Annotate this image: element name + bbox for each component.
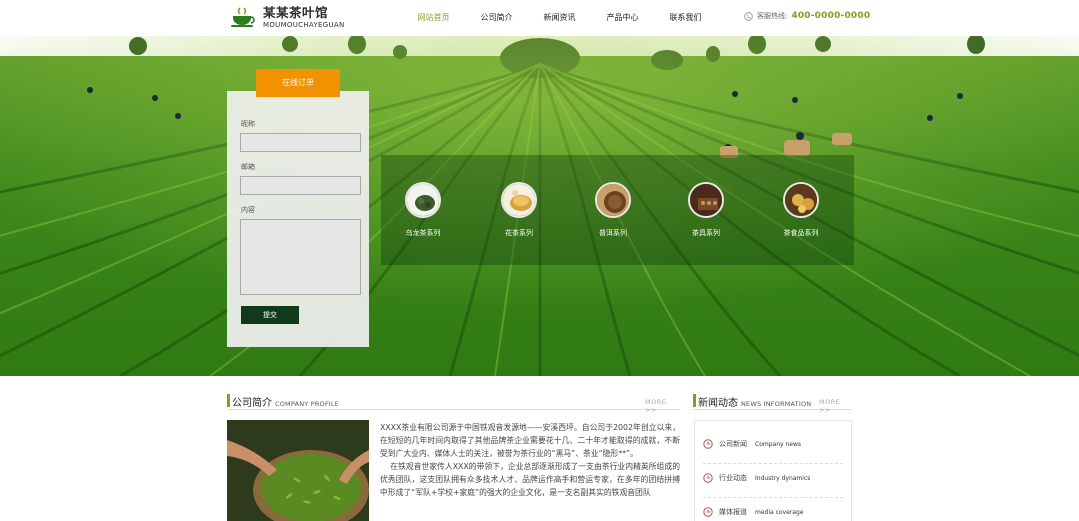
site-header: 某某茶叶馆 MOUMOUCHAYEGUAN 网站首页 公司简介 新闻资讯 产品中… xyxy=(0,0,1079,36)
content-label: 内容 xyxy=(241,206,255,214)
tea-food-icon xyxy=(783,182,819,218)
news-item-industry[interactable]: 行业动态 Industry dynamics xyxy=(703,470,843,486)
teaware-icon xyxy=(688,182,724,218)
teacup-logo-icon xyxy=(231,7,255,27)
profile-title: 公司简介 COMPANY PROFILE xyxy=(232,394,339,409)
section-accent-bar xyxy=(227,394,230,407)
profile-title-en: COMPANY PROFILE xyxy=(275,400,340,408)
puer-tea-icon xyxy=(595,182,631,218)
news-category-list: 公司新闻 Company news 行业动态 Industry dynamics… xyxy=(694,420,852,521)
phone-icon xyxy=(744,11,753,21)
news-item-company[interactable]: 公司新闻 Company news xyxy=(703,436,843,452)
logo-subtitle: MOUMOUCHAYEGUAN xyxy=(263,21,345,30)
profile-paragraph: 在铁观音世家传人XXX的带领下，企业总部逐渐形成了一支由茶行业内精英所组成的优秀… xyxy=(380,462,680,497)
category-label: 茶具系列 xyxy=(692,229,720,237)
hotline-number: 400-0000-0000 xyxy=(791,11,871,21)
profile-text: XXXX茶业有限公司源于中国铁观音发源地——安溪西坪。自公司于2002年创立以来… xyxy=(380,421,680,499)
category-tea-food[interactable]: 茶食品系列 xyxy=(765,182,837,238)
name-label: 昵称 xyxy=(241,120,255,128)
category-teaware[interactable]: 茶具系列 xyxy=(670,182,742,238)
nav-news[interactable]: 新闻资讯 xyxy=(528,0,591,36)
logo-name: 某某茶叶馆 xyxy=(263,4,329,20)
submit-button[interactable]: 提交 xyxy=(241,306,299,324)
category-oolong[interactable]: 乌龙茶系列 xyxy=(387,182,459,238)
news-item-en: Company news xyxy=(755,440,801,448)
oolong-tea-icon xyxy=(405,182,441,218)
order-form: 昵称 邮箱 内容 提交 xyxy=(227,91,369,347)
hotline: 客服热线: 400-0000-0000 xyxy=(744,11,870,21)
flower-tea-icon xyxy=(501,182,537,218)
profile-title-text: 公司简介 xyxy=(232,398,272,409)
news-item-en: media coverage xyxy=(755,508,804,516)
profile-more-link[interactable]: MORE >> xyxy=(645,398,680,414)
nav-products[interactable]: 产品中心 xyxy=(591,0,654,36)
news-title-text: 新闻动态 xyxy=(698,398,738,409)
section-accent-bar xyxy=(693,394,696,407)
clock-icon xyxy=(703,473,713,483)
news-item-label: 公司新闻 xyxy=(719,440,747,448)
divider xyxy=(703,463,843,464)
email-label: 邮箱 xyxy=(241,163,255,171)
news-item-label: 行业动态 xyxy=(719,474,747,482)
clock-icon xyxy=(703,507,713,517)
main-nav: 网站首页 公司简介 新闻资讯 产品中心 联系我们 xyxy=(402,0,717,36)
category-label: 花茶系列 xyxy=(505,229,533,237)
category-label: 茶食品系列 xyxy=(783,229,819,237)
profile-image xyxy=(227,420,369,521)
news-item-media[interactable]: 媒体报道 media coverage xyxy=(703,504,843,520)
category-puer[interactable]: 普洱系列 xyxy=(577,182,649,238)
name-input[interactable] xyxy=(240,133,361,152)
category-label: 普洱系列 xyxy=(599,229,627,237)
news-item-en: Industry dynamics xyxy=(755,474,811,482)
divider xyxy=(703,497,843,498)
nav-about[interactable]: 公司简介 xyxy=(465,0,528,36)
profile-paragraph: XXXX茶业有限公司源于中国铁观音发源地——安溪西坪。自公司于2002年创立以来… xyxy=(380,423,680,458)
news-header: 新闻动态 NEWS INFORMATION MORE >> xyxy=(693,392,852,414)
profile-header: 公司简介 COMPANY PROFILE MORE >> xyxy=(227,392,680,414)
site-logo[interactable]: 某某茶叶馆 MOUMOUCHAYEGUAN xyxy=(229,4,345,32)
nav-contact[interactable]: 联系我们 xyxy=(654,0,717,36)
email-input[interactable] xyxy=(240,176,361,195)
content-textarea[interactable] xyxy=(240,219,361,295)
category-label: 乌龙茶系列 xyxy=(405,229,441,237)
news-title-en: NEWS INFORMATION xyxy=(741,400,812,408)
category-strip: 乌龙茶系列 花茶系列 普洱系列 茶具系列 茶食品系列 xyxy=(381,155,854,265)
order-tab[interactable]: 在线订单 xyxy=(256,69,340,97)
clock-icon xyxy=(703,439,713,449)
hotline-label: 客服热线: xyxy=(757,12,788,20)
category-flower[interactable]: 花茶系列 xyxy=(483,182,555,238)
news-item-label: 媒体报道 xyxy=(719,508,747,516)
news-title: 新闻动态 NEWS INFORMATION xyxy=(698,394,811,409)
nav-home[interactable]: 网站首页 xyxy=(402,0,465,36)
news-more-link[interactable]: MORE >> xyxy=(819,398,852,414)
